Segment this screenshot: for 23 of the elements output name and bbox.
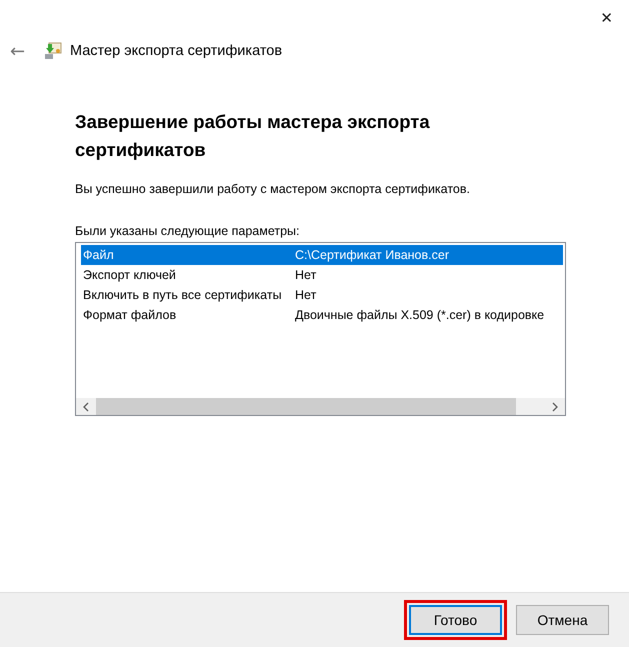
finish-button[interactable]: Готово [409, 605, 502, 635]
close-button[interactable]: ✕ [600, 9, 613, 27]
list-label: Были указаны следующие параметры: [75, 224, 301, 238]
parameter-name: Экспорт ключей [82, 268, 177, 282]
description-text: Вы успешно завершили работу с мастером экспорта сертификатов. [75, 182, 472, 196]
list-row[interactable]: Файл C:\Сертификат Иванов.cer [81, 245, 563, 265]
list-row[interactable]: Экспорт ключей Нет [81, 265, 563, 285]
cancel-button[interactable]: Отмена [516, 605, 609, 635]
parameter-value: Двоичные файлы X.509 (*.cer) в кодировке [295, 308, 544, 322]
scroll-right-icon[interactable] [551, 402, 559, 412]
window-title: Мастер экспорта сертификатов [70, 43, 282, 59]
parameter-name: Формат файлов [82, 308, 178, 322]
list-row[interactable]: Включить в путь все сертификаты Нет [81, 285, 563, 305]
list-row[interactable]: Формат файлов Двоичные файлы X.509 (*.cer) в кодировке [81, 305, 563, 325]
parameter-value: Нет [295, 288, 316, 302]
certificate-icon [44, 42, 62, 60]
scroll-left-icon[interactable] [82, 402, 90, 412]
parameter-value: Нет [295, 268, 316, 282]
back-button[interactable]: ← [10, 40, 44, 62]
parameter-name: Включить в путь все сертификаты [82, 288, 283, 302]
page-heading: Завершение работы мастера экспорта сертификатов [75, 110, 431, 162]
parameter-name: Файл [82, 248, 115, 262]
parameter-value: C:\Сертификат Иванов.cer [295, 248, 449, 262]
